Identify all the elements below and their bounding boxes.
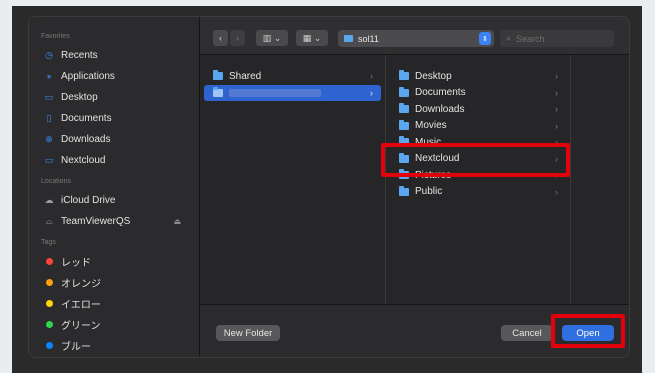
eject-icon[interactable]: ⏏	[173, 217, 181, 226]
chevron-right-icon: ›	[555, 104, 558, 115]
folder-icon	[399, 86, 409, 97]
clock-icon: ◷	[45, 50, 53, 60]
tag-dot-icon	[46, 300, 53, 307]
list-item-shared[interactable]: Shared ›	[200, 68, 385, 85]
chevron-right-icon: ›	[370, 87, 373, 98]
folder-icon: ▭	[44, 155, 54, 165]
path-label: sol11	[358, 33, 379, 44]
sidebar-item-label: Documents	[61, 113, 112, 124]
sidebar-item-label: ブルー	[61, 342, 91, 353]
sidebar-item-teamviewerqs[interactable]: ⌓ TeamViewerQS ⏏	[29, 211, 199, 232]
redacted-label	[229, 88, 321, 97]
chevron-right-icon: ›	[555, 186, 558, 197]
path-popup[interactable]: sol11 ⇕	[338, 30, 494, 47]
sidebar-tag-blue[interactable]: ブルー	[29, 335, 199, 356]
folder-icon	[399, 103, 409, 114]
toolbar: ‹ › ▥ ⌄ ▦ ⌄ sol11 ⇕ ⌕	[200, 17, 629, 55]
sidebar-item-desktop[interactable]: ▭ Desktop	[29, 87, 199, 108]
sidebar-tag-yellow[interactable]: イエロー	[29, 293, 199, 314]
sidebar-item-label: Downloads	[61, 134, 111, 145]
sidebar-item-label: グリーン	[61, 321, 101, 332]
chevron-right-icon: ›	[236, 33, 239, 43]
search-field[interactable]: ⌕	[500, 30, 614, 47]
applications-icon: ⚹	[46, 71, 52, 81]
list-item-movies[interactable]: Movies ›	[386, 118, 570, 135]
browser-column-3	[571, 55, 629, 304]
download-icon: ⊕	[45, 134, 53, 144]
tag-dot-icon	[46, 258, 53, 265]
new-folder-button[interactable]: New Folder	[216, 325, 280, 341]
sidebar: Favorites ◷ Recents ⚹ Applications ▭ Des…	[29, 17, 200, 357]
item-label: Downloads	[415, 103, 465, 115]
folder-icon	[344, 35, 353, 42]
folder-icon	[213, 70, 223, 81]
item-label: Public	[415, 186, 443, 198]
chevron-right-icon: ›	[555, 120, 558, 131]
item-label: Documents	[415, 87, 466, 99]
folder-icon	[399, 70, 409, 81]
browser-column-2: Desktop › Documents › Downloads › Movies…	[386, 55, 571, 304]
sidebar-item-label: TeamViewerQS	[61, 216, 131, 227]
sidebar-item-applications[interactable]: ⚹ Applications	[29, 66, 199, 87]
chevron-right-icon: ›	[555, 71, 558, 82]
folder-icon	[399, 185, 409, 196]
chevron-right-icon: ›	[370, 71, 373, 82]
item-label: Desktop	[415, 70, 452, 82]
search-input[interactable]	[516, 33, 607, 44]
chevron-right-icon: ›	[555, 87, 558, 98]
sidebar-tag-red[interactable]: レッド	[29, 251, 199, 272]
sidebar-item-label: Applications	[61, 71, 115, 82]
folder-icon	[399, 119, 409, 130]
item-label: Movies	[415, 120, 447, 132]
sidebar-item-label: Nextcloud	[61, 155, 106, 166]
cloud-icon: ☁	[44, 195, 54, 205]
locations-title: Locations	[41, 178, 71, 185]
document-icon: ▯	[46, 113, 52, 123]
sidebar-item-label: レッド	[61, 258, 91, 269]
view-mode-button[interactable]: ▥ ⌄	[256, 30, 288, 46]
column-view-icon: ▥ ⌄	[262, 32, 282, 43]
sidebar-item-label: イエロー	[61, 300, 101, 311]
sidebar-item-icloud-drive[interactable]: ☁ iCloud Drive	[29, 190, 199, 211]
tags-title: Tags	[41, 239, 56, 246]
tag-dot-icon	[46, 342, 53, 349]
grid-icon: ▦ ⌄	[302, 32, 322, 43]
list-item-downloads[interactable]: Downloads ›	[386, 101, 570, 118]
sidebar-item-documents[interactable]: ▯ Documents	[29, 108, 199, 129]
folder-icon	[213, 86, 223, 97]
list-item-public[interactable]: Public ›	[386, 184, 570, 201]
sidebar-item-label: Recents	[61, 50, 98, 61]
highlight-box-open	[551, 314, 625, 348]
sidebar-item-nextcloud[interactable]: ▭ Nextcloud	[29, 150, 199, 171]
item-label: Shared	[229, 70, 262, 82]
list-item-documents[interactable]: Documents ›	[386, 85, 570, 102]
list-item-selected[interactable]: ›	[204, 84, 381, 101]
sidebar-item-recents[interactable]: ◷ Recents	[29, 45, 199, 66]
list-item-desktop[interactable]: Desktop ›	[386, 68, 570, 85]
open-file-dialog: Favorites ◷ Recents ⚹ Applications ▭ Des…	[28, 16, 630, 358]
sidebar-tag-orange[interactable]: オレンジ	[29, 272, 199, 293]
browser-column-1: Shared › ›	[200, 55, 386, 304]
updown-arrows-icon: ⇕	[479, 32, 491, 45]
favorites-title: Favorites	[41, 33, 70, 40]
highlight-box-nextcloud	[381, 143, 570, 177]
back-button[interactable]: ‹	[213, 30, 228, 46]
tag-dot-icon	[46, 279, 53, 286]
sidebar-tag-green[interactable]: グリーン	[29, 314, 199, 335]
forward-button[interactable]: ›	[230, 30, 245, 46]
group-button[interactable]: ▦ ⌄	[296, 30, 328, 46]
sidebar-item-label: iCloud Drive	[61, 195, 116, 206]
cancel-button[interactable]: Cancel	[501, 325, 553, 341]
chevron-left-icon: ‹	[219, 33, 222, 43]
drive-icon: ⌓	[45, 216, 53, 226]
desktop-icon: ▭	[44, 92, 54, 102]
sidebar-item-label: オレンジ	[61, 279, 101, 290]
tag-dot-icon	[46, 321, 53, 328]
sidebar-item-downloads[interactable]: ⊕ Downloads	[29, 129, 199, 150]
search-icon: ⌕	[506, 33, 512, 43]
sidebar-item-label: Desktop	[61, 92, 98, 103]
